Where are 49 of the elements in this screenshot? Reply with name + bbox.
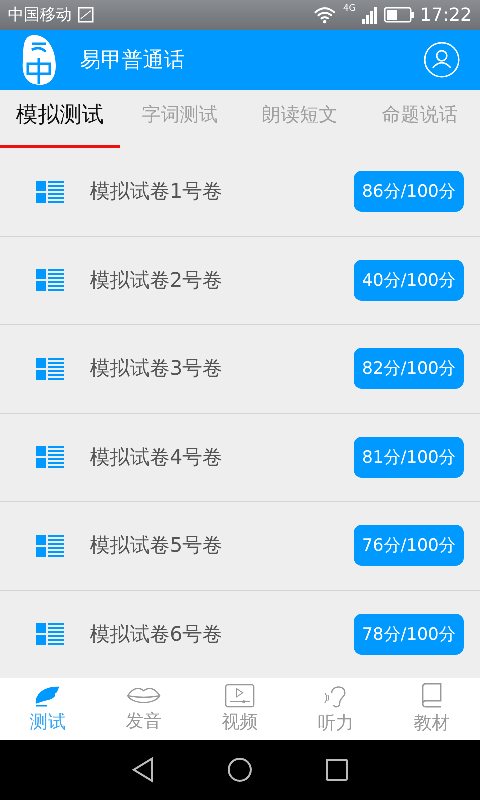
test-title: 模拟试卷6号卷 [90,620,224,648]
nav-tab[interactable]: 视频 [192,678,288,740]
profile-icon[interactable] [424,42,460,78]
test-row[interactable]: 模拟试卷6号卷 78分/100分 [0,590,480,678]
score-button[interactable]: 40分/100分 [354,260,464,301]
score-button[interactable]: 78分/100分 [354,614,464,655]
signal-icon [362,6,378,24]
clock-time: 17:22 [420,4,472,26]
test-title: 模拟试卷2号卷 [90,266,224,294]
image-icon [78,7,94,23]
test-row[interactable]: 模拟试卷1号卷 86分/100分 [0,148,480,236]
test-row[interactable]: 模拟试卷5号卷 76分/100分 [0,502,480,590]
tab[interactable]: 朗读短文 [240,90,360,148]
tab[interactable]: 命题说话 [360,90,480,148]
score-button[interactable]: 76分/100分 [354,525,464,566]
list-icon [36,534,64,557]
network-label: 4G [343,4,356,14]
test-title: 模拟试卷1号卷 [90,178,224,206]
feather-icon [33,684,63,708]
nav-tab[interactable]: 测试 [0,678,96,740]
list-icon [36,180,64,203]
wifi-icon [313,6,338,24]
recent-apps-icon[interactable] [325,758,349,782]
battery-icon [384,7,414,23]
test-row[interactable]: 模拟试卷4号卷 81分/100分 [0,414,480,502]
test-title: 模拟试卷4号卷 [90,444,224,471]
logo-icon [20,34,58,86]
test-row[interactable]: 模拟试卷3号卷 82分/100分 [0,325,480,414]
score-button[interactable]: 82分/100分 [354,348,464,390]
nav-tab[interactable]: 教材 [384,678,480,740]
list-icon [36,623,64,646]
test-title: 模拟试卷3号卷 [90,355,224,382]
tab[interactable]: 字词测试 [120,90,240,148]
tab[interactable]: 模拟测试 [0,90,120,148]
app-title: 易甲普通话 [80,47,186,74]
nav-tab[interactable]: 发音 [96,678,192,740]
list-icon [36,269,64,292]
back-icon[interactable] [131,757,155,783]
book-icon [420,683,444,709]
carrier-name: 中国移动 [8,4,72,26]
video-icon [225,684,255,708]
list-icon [36,446,64,468]
score-button[interactable]: 86分/100分 [354,171,464,212]
home-icon[interactable] [227,757,253,783]
test-title: 模拟试卷5号卷 [90,532,224,560]
list-icon [36,358,64,380]
score-button[interactable]: 81分/100分 [354,436,464,478]
test-row[interactable]: 模拟试卷2号卷 40分/100分 [0,236,480,325]
nav-tab[interactable]: 听力 [288,678,384,740]
